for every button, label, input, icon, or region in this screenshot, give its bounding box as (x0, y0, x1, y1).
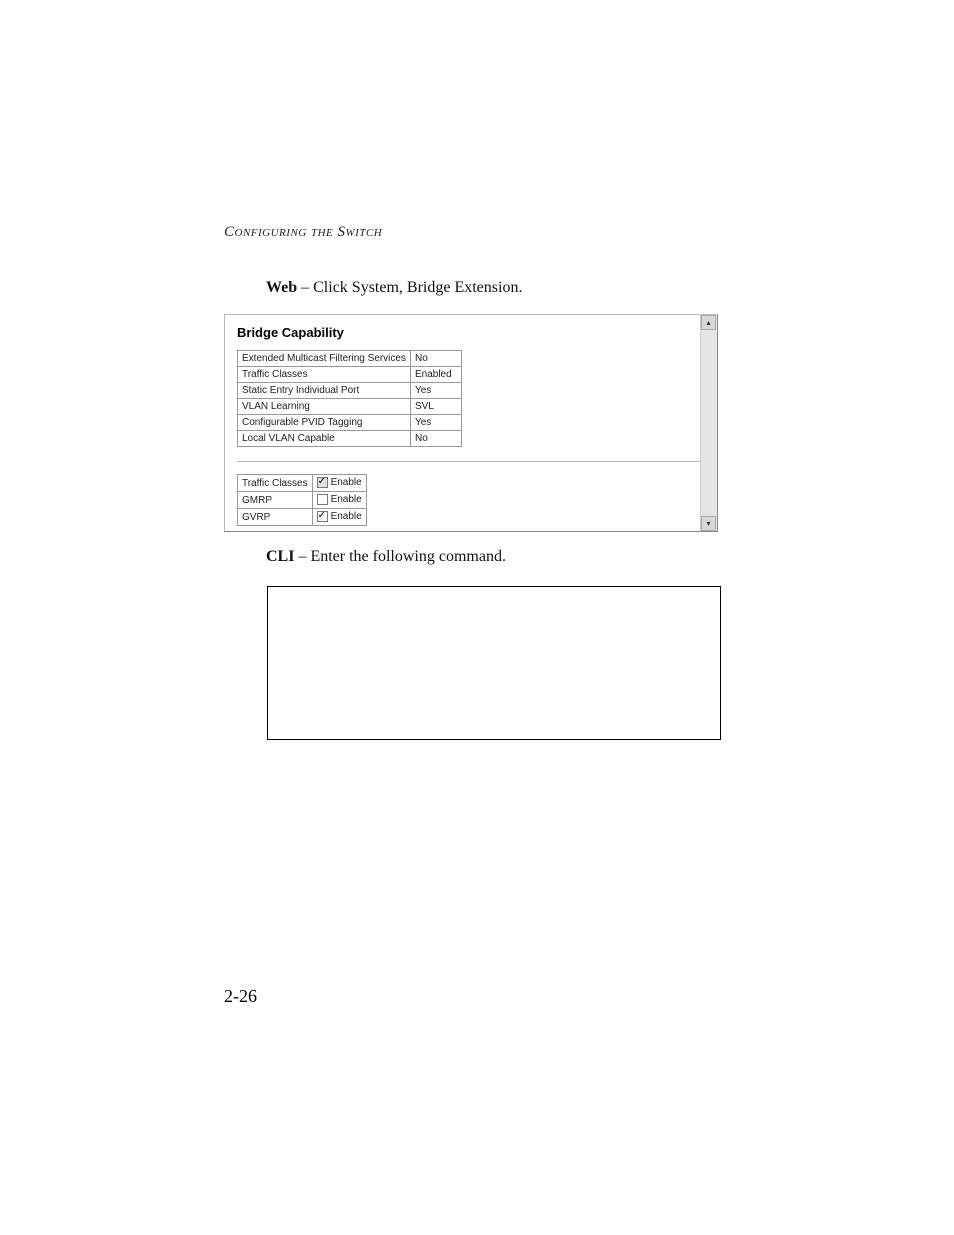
cfg-key: GMRP (238, 492, 313, 509)
table-row: GVRP Enable (238, 509, 367, 526)
cfg-key: Traffic Classes (238, 475, 313, 492)
table-row: Traffic Classes Enabled (238, 367, 462, 383)
screenshot-title: Bridge Capability (237, 325, 705, 340)
cap-key: VLAN Learning (238, 399, 411, 415)
cfg-val: Enable (312, 492, 366, 509)
cap-key: Extended Multicast Filtering Services (238, 351, 411, 367)
config-table: Traffic Classes Enable GMRP Enable GVRP … (237, 474, 367, 526)
table-row: Local VLAN Capable No (238, 431, 462, 447)
cap-key: Local VLAN Capable (238, 431, 411, 447)
cli-rest: – Enter the following command. (294, 548, 506, 565)
screenshot-inner: Bridge Capability Extended Multicast Fil… (225, 315, 717, 532)
page-number: 2-26 (224, 986, 257, 1007)
cfg-val: Enable (312, 475, 366, 492)
cli-output-box (267, 586, 721, 740)
capability-table: Extended Multicast Filtering Services No… (237, 350, 462, 447)
web-rest: – Click System, Bridge Extension. (297, 279, 522, 296)
scroll-down-button[interactable]: ▾ (701, 516, 716, 531)
cfg-val: Enable (312, 509, 366, 526)
table-row: Configurable PVID Tagging Yes (238, 415, 462, 431)
gmrp-checkbox[interactable] (317, 494, 328, 505)
scroll-up-button[interactable]: ▴ (701, 315, 716, 330)
cfg-label: Enable (331, 478, 362, 489)
gvrp-checkbox[interactable] (317, 511, 328, 522)
table-row: Static Entry Individual Port Yes (238, 383, 462, 399)
cap-val: No (410, 431, 461, 447)
cli-instruction: CLI – Enter the following command. (266, 548, 506, 566)
cap-val: Yes (410, 383, 461, 399)
table-row: Extended Multicast Filtering Services No (238, 351, 462, 367)
page: Configuring the Switch Web – Click Syste… (0, 0, 954, 1235)
running-head: Configuring the Switch (224, 224, 382, 241)
table-row: Traffic Classes Enable (238, 475, 367, 492)
web-instruction: Web – Click System, Bridge Extension. (266, 279, 522, 297)
table-row: VLAN Learning SVL (238, 399, 462, 415)
cap-val: SVL (410, 399, 461, 415)
scrollbar[interactable]: ▴ ▾ (700, 315, 717, 531)
cap-key: Traffic Classes (238, 367, 411, 383)
cli-label: CLI (266, 548, 294, 565)
cap-val: Yes (410, 415, 461, 431)
cfg-key: GVRP (238, 509, 313, 526)
cap-key: Configurable PVID Tagging (238, 415, 411, 431)
cap-val: Enabled (410, 367, 461, 383)
divider (237, 461, 702, 462)
bridge-capability-screenshot: ▴ ▾ Bridge Capability Extended Multicast… (224, 314, 718, 532)
traffic-classes-checkbox[interactable] (317, 477, 328, 488)
cfg-label: Enable (331, 512, 362, 523)
cfg-label: Enable (331, 495, 362, 506)
cap-val: No (410, 351, 461, 367)
cap-key: Static Entry Individual Port (238, 383, 411, 399)
web-label: Web (266, 279, 297, 296)
table-row: GMRP Enable (238, 492, 367, 509)
